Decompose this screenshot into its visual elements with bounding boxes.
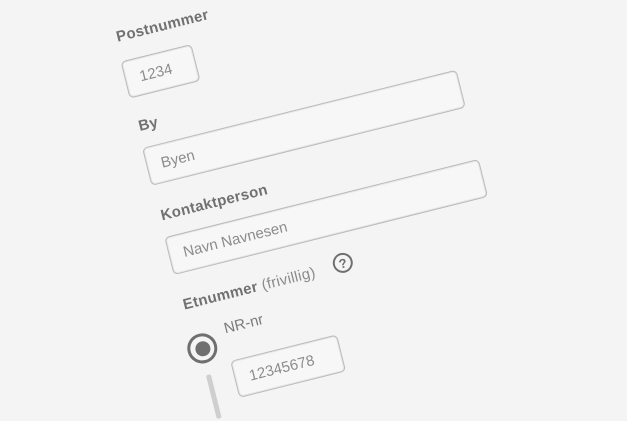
contact-person-input[interactable]: Navn Navnesen (164, 158, 489, 276)
postal-code-value: 1234 (137, 60, 175, 85)
unit-number-optional-text: (frivillig) (259, 264, 318, 294)
form-page: Postnummer 1234 By Byen Kontaktperson Na… (0, 0, 627, 421)
city-label: By (136, 113, 161, 135)
indent-bar (205, 374, 222, 419)
question-circle-icon[interactable]: ? (330, 250, 355, 276)
nr-number-value: 12345678 (247, 351, 317, 385)
nr-number-input[interactable]: 12345678 (230, 334, 347, 398)
city-input[interactable]: Byen (142, 69, 466, 186)
nr-nr-radio[interactable] (184, 330, 221, 367)
contact-person-value: Navn Navnesen (181, 218, 290, 261)
unit-number-label: Etnummer (frivillig) (181, 264, 317, 313)
nr-nr-radio-label[interactable]: NR-nr (222, 311, 265, 337)
form-container: Postnummer 1234 By Byen Kontaktperson Na… (0, 0, 627, 419)
radio-selected-dot (193, 339, 212, 358)
city-value: Byen (159, 146, 197, 172)
postal-code-input[interactable]: 1234 (120, 44, 201, 99)
unit-number-label-text: Etnummer (181, 278, 260, 314)
postal-code-label: Postnummer (114, 6, 211, 46)
